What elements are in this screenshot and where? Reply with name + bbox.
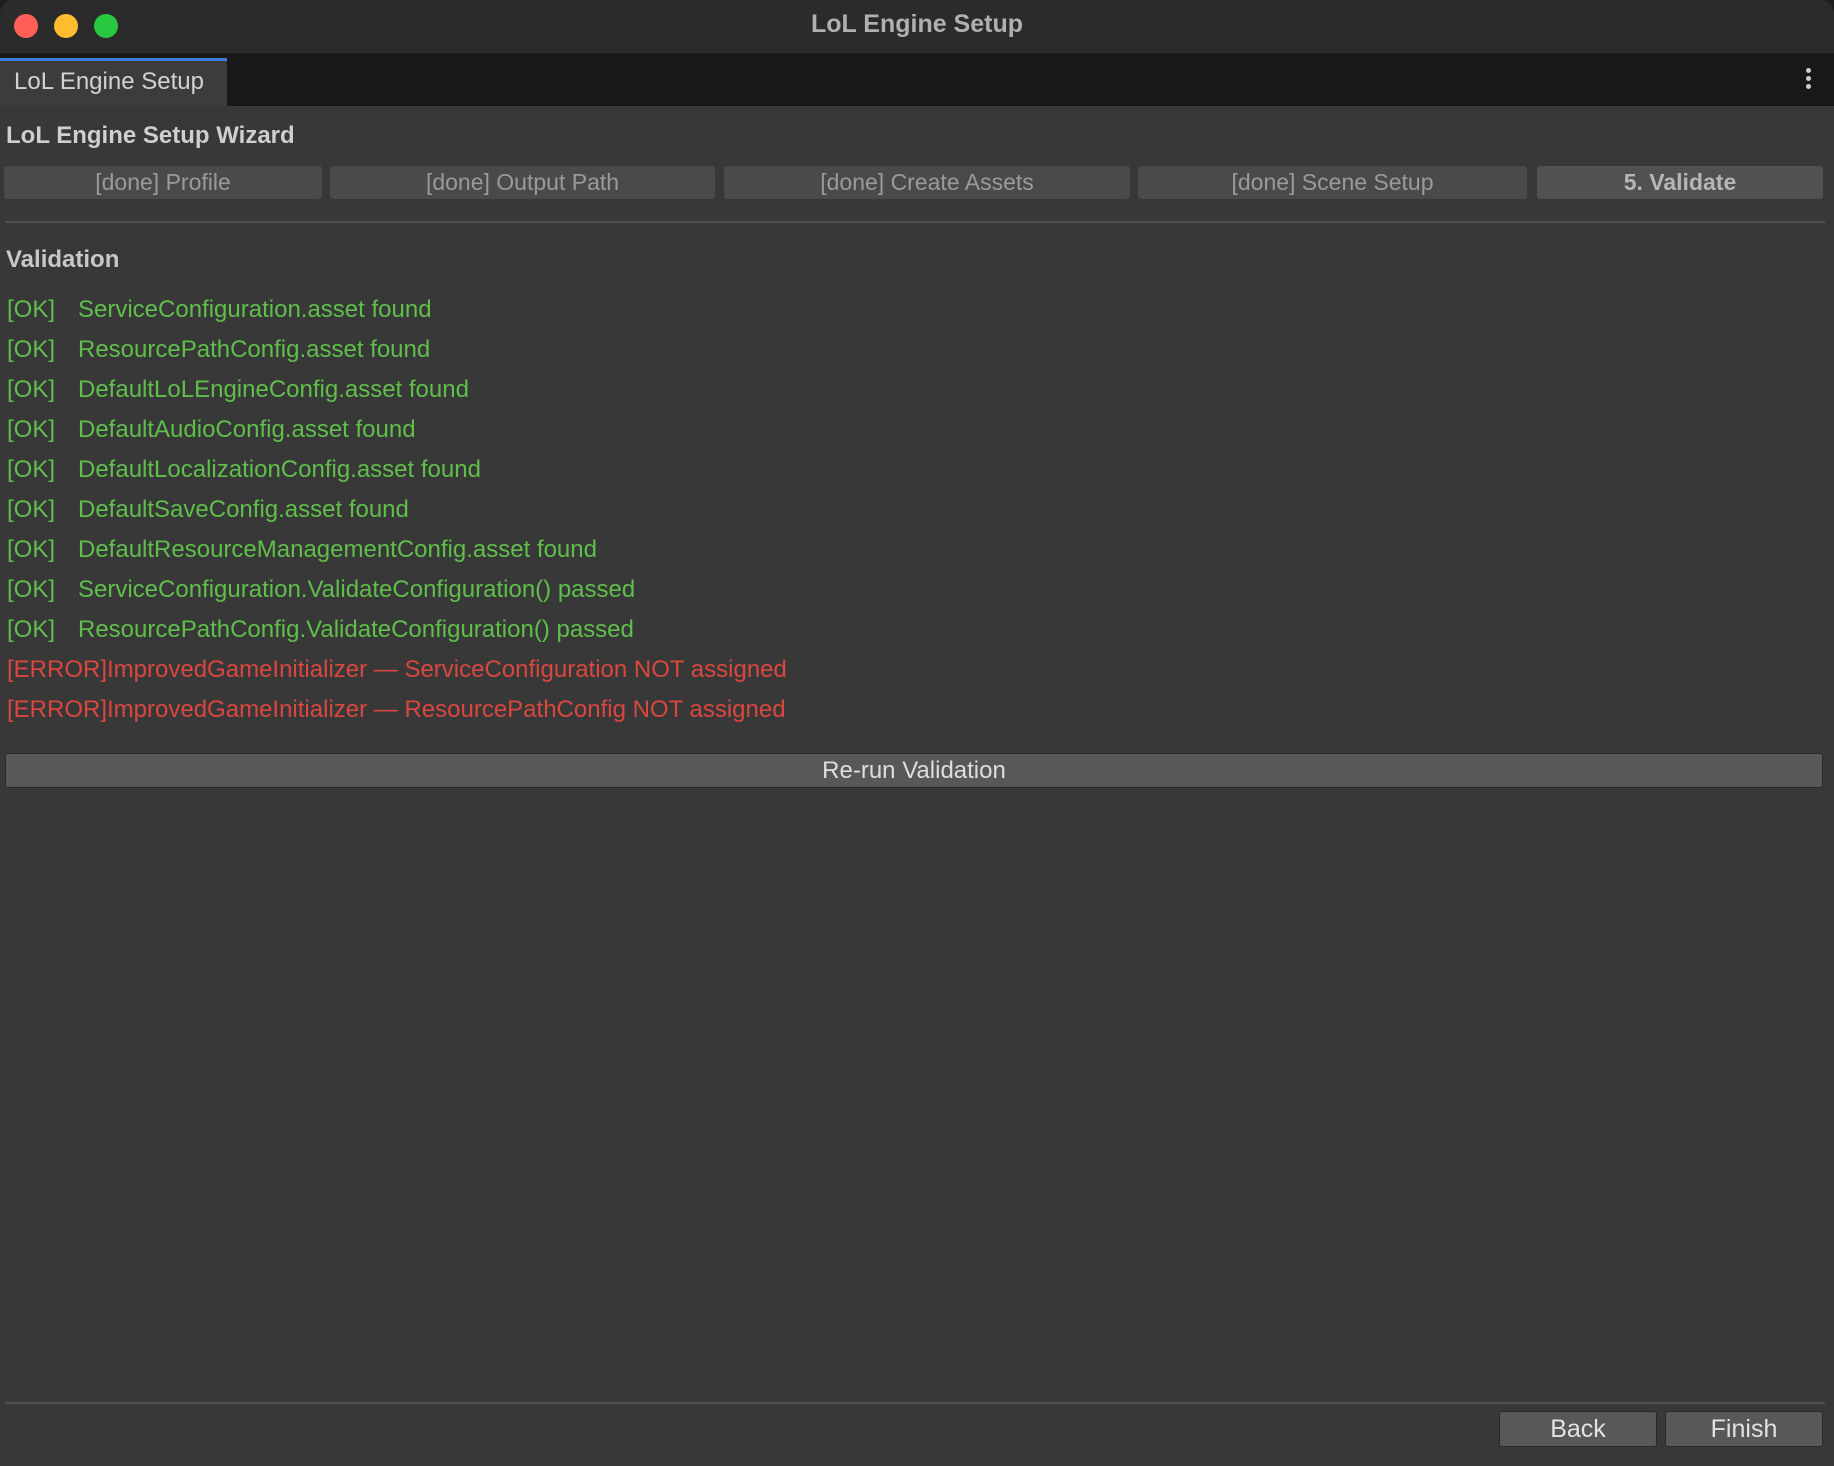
header-divider <box>5 221 1825 223</box>
wizard-title: LoL Engine Setup Wizard <box>6 122 295 149</box>
status-tag: [OK] <box>7 456 56 483</box>
finish-button[interactable]: Finish <box>1665 1411 1823 1447</box>
step-profile-button[interactable]: [done] Profile <box>4 166 322 199</box>
status-tag: [OK] <box>7 336 56 363</box>
result-message: DefaultAudioConfig.asset found <box>78 416 416 443</box>
step-validate-button[interactable]: 5. Validate <box>1537 166 1823 199</box>
result-message: DefaultLoLEngineConfig.asset found <box>78 376 469 403</box>
status-tag: [OK] <box>7 576 56 603</box>
result-message: ResourcePathConfig.ValidateConfiguration… <box>78 616 634 643</box>
validation-results: [OK] ServiceConfiguration.asset found [OK… <box>7 294 787 734</box>
more-options-icon[interactable] <box>1804 68 1812 92</box>
tab-lol-engine-setup[interactable]: LoL Engine Setup <box>0 58 227 106</box>
list-item: [OK] DefaultLoLEngineConfig.asset found <box>7 374 787 414</box>
result-message: ServiceConfiguration.asset found <box>78 296 432 323</box>
result-message: DefaultSaveConfig.asset found <box>78 496 409 523</box>
status-tag: [ERROR] <box>7 656 108 683</box>
result-message: DefaultResourceManagementConfig.asset fo… <box>78 536 597 563</box>
editor-window: LoL Engine Setup LoL Engine Setup LoL En… <box>0 0 1834 1466</box>
footer-divider <box>5 1402 1825 1404</box>
status-tag: [OK] <box>7 616 56 643</box>
list-item: [OK] DefaultResourceManagementConfig.asse… <box>7 534 787 574</box>
list-item: [OK] DefaultLocalizationConfig.asset foun… <box>7 454 787 494</box>
rerun-validation-button[interactable]: Re-run Validation <box>5 753 1823 788</box>
status-tag: [OK] <box>7 376 56 403</box>
tab-strip: LoL Engine Setup <box>0 54 1834 106</box>
list-item: [ERROR]ImprovedGameInitializer — Resourc… <box>7 694 787 734</box>
result-message: ImprovedGameInitializer — ServiceConfigu… <box>107 656 787 683</box>
window-title: LoL Engine Setup <box>810 10 1024 38</box>
step-create-assets-button[interactable]: [done] Create Assets <box>724 166 1130 199</box>
status-tag: [ERROR] <box>7 696 108 723</box>
status-tag: [OK] <box>7 296 56 323</box>
result-message: ResourcePathConfig.asset found <box>78 336 431 363</box>
list-item: [OK] ServiceConfiguration.asset found <box>7 294 787 334</box>
title-bar[interactable]: LoL Engine Setup <box>0 0 1834 54</box>
result-message: DefaultLocalizationConfig.asset found <box>78 456 481 483</box>
status-tag: [OK] <box>7 496 56 523</box>
back-button[interactable]: Back <box>1499 1411 1657 1447</box>
list-item: [OK] ServiceConfiguration.ValidateConfigu… <box>7 574 787 614</box>
result-message: ServiceConfiguration.ValidateConfigurati… <box>78 576 636 603</box>
step-scene-setup-button[interactable]: [done] Scene Setup <box>1138 166 1527 199</box>
status-tag: [OK] <box>7 536 56 563</box>
step-output-path-button[interactable]: [done] Output Path <box>330 166 715 199</box>
list-item: [OK] DefaultAudioConfig.asset found <box>7 414 787 454</box>
list-item: [ERROR]ImprovedGameInitializer — Service… <box>7 654 787 694</box>
list-item: [OK] DefaultSaveConfig.asset found <box>7 494 787 534</box>
list-item: [OK] ResourcePathConfig.asset found <box>7 334 787 374</box>
list-item: [OK] ResourcePathConfig.ValidateConfigura… <box>7 614 787 654</box>
result-message: ImprovedGameInitializer — ResourcePathCo… <box>107 696 786 723</box>
status-tag: [OK] <box>7 416 56 443</box>
validation-title: Validation <box>6 246 120 273</box>
